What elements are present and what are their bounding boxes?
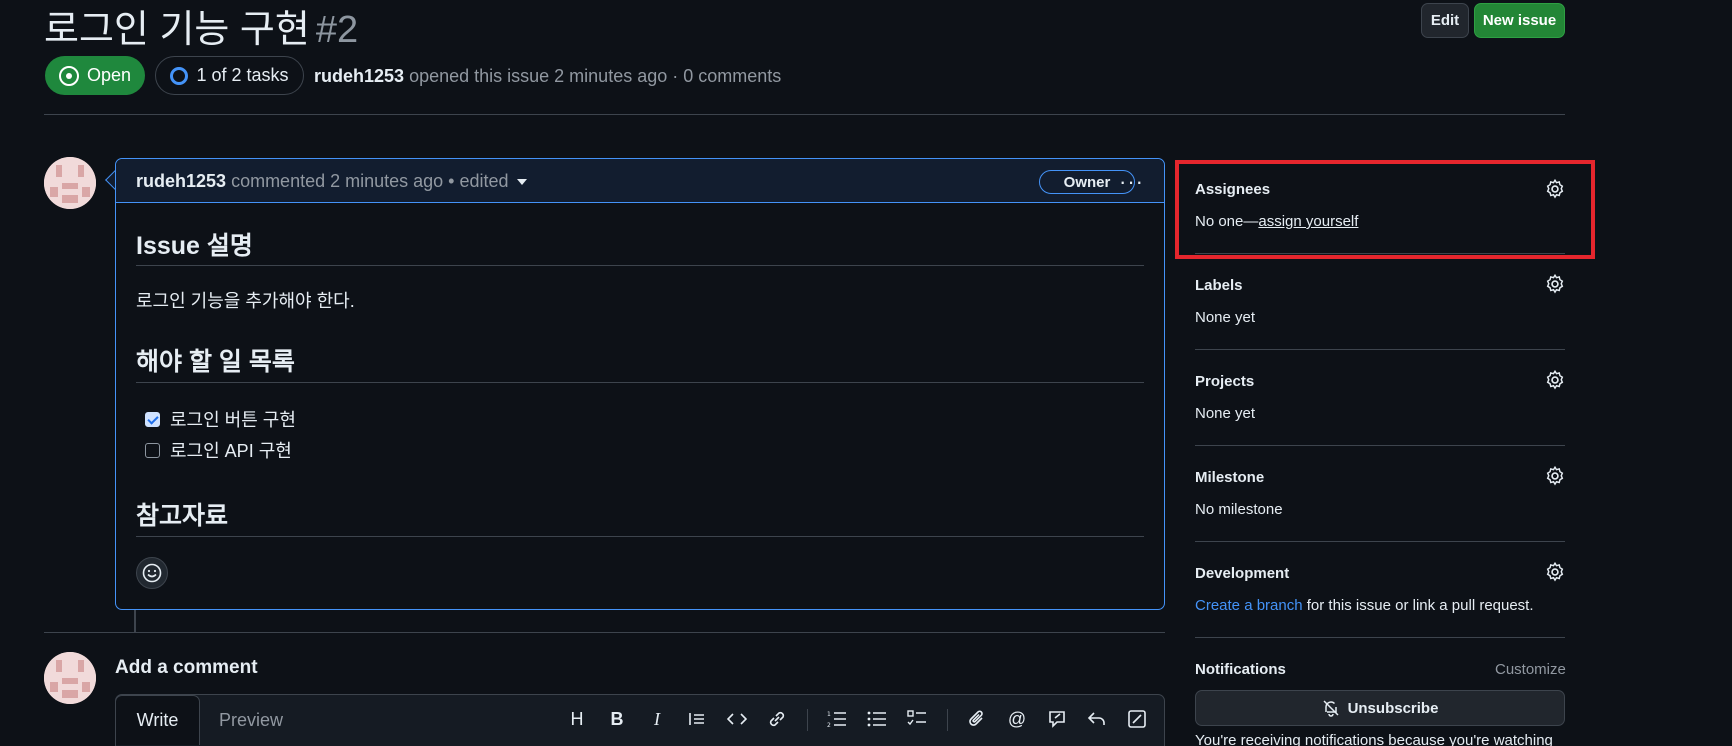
mention-icon[interactable]: @ <box>1005 707 1029 731</box>
svg-text:2: 2 <box>827 722 831 728</box>
reply-icon[interactable] <box>1085 707 1109 731</box>
notification-reason: You're receiving notifications because y… <box>1195 732 1553 746</box>
development-text: Create a branch for this issue or link a… <box>1195 597 1534 614</box>
sidebar-divider <box>1195 541 1565 542</box>
gear-icon[interactable] <box>1544 178 1566 200</box>
bell-slash-icon <box>1323 700 1339 717</box>
reference-icon[interactable] <box>1045 707 1069 731</box>
unordered-list-icon[interactable] <box>865 707 889 731</box>
new-issue-button[interactable]: New issue <box>1474 3 1565 38</box>
task-progress-label: 1 of 2 tasks <box>196 65 289 85</box>
timeline-line <box>134 610 136 632</box>
bold-icon[interactable]: B <box>605 707 629 731</box>
identicon-icon <box>44 157 96 209</box>
issue-meta-text: opened this issue 2 minutes ago · 0 comm… <box>409 66 782 86</box>
issue-author-link[interactable]: rudeh1253 <box>314 66 404 86</box>
add-comment-title: Add a comment <box>115 657 258 678</box>
issue-number: #2 <box>315 9 359 51</box>
tab-preview[interactable]: Preview <box>206 695 296 745</box>
comment-author-link[interactable]: rudeh1253 <box>136 171 226 191</box>
code-icon[interactable] <box>725 707 749 731</box>
comment-heading-2: 해야 할 일 목록 <box>136 348 295 376</box>
smiley-icon <box>142 563 162 583</box>
comment-header: rudeh1253 commented 2 minutes ago • edit… <box>116 159 1164 203</box>
gear-icon[interactable] <box>1544 369 1566 391</box>
quote-icon[interactable] <box>685 707 709 731</box>
issue-title-text: 로그인 기능 구현 <box>44 9 310 51</box>
italic-icon[interactable]: I <box>645 707 669 731</box>
issue-open-icon <box>58 65 79 86</box>
assign-yourself-link[interactable]: assign yourself <box>1258 213 1358 230</box>
assignees-title[interactable]: Assignees <box>1195 181 1270 198</box>
sidebar-divider <box>1195 637 1565 638</box>
chevron-down-icon[interactable] <box>516 179 527 186</box>
gear-icon[interactable] <box>1544 465 1566 487</box>
toolbar-separator <box>947 709 948 731</box>
task-list-icon[interactable] <box>905 707 929 731</box>
comment-meta-text[interactable]: commented 2 minutes ago • edited <box>231 171 508 191</box>
toolbar-separator <box>807 709 808 731</box>
heading-icon[interactable]: H <box>565 707 589 731</box>
heading-rule <box>136 382 1144 383</box>
labels-text: None yet <box>1195 309 1256 326</box>
task-label: 로그인 API 구현 <box>170 441 292 461</box>
sidebar-divider <box>1195 253 1565 254</box>
create-branch-link[interactable]: Create a branch <box>1195 597 1303 614</box>
labels-title[interactable]: Labels <box>1195 277 1243 294</box>
identicon-icon <box>44 652 96 704</box>
link-icon[interactable] <box>765 707 789 731</box>
issue-title: 로그인 기능 구현 #2 <box>44 0 358 53</box>
comment-editor: Write Preview H B I 12 @ <box>115 694 1165 746</box>
unsubscribe-label: Unsubscribe <box>1347 699 1439 717</box>
task-list-item: 로그인 API 구현 <box>145 437 292 463</box>
milestone-text: No milestone <box>1195 501 1283 518</box>
edit-button[interactable]: Edit <box>1421 3 1469 38</box>
comment-heading-3: 참고자료 <box>136 502 229 530</box>
issue-state-badge: Open <box>45 56 145 95</box>
notifications-title: Notifications <box>1195 661 1286 678</box>
header-divider <box>44 114 1565 115</box>
attach-icon[interactable] <box>965 707 989 731</box>
comment-heading-1: Issue 설명 <box>136 232 253 260</box>
customize-link[interactable]: Customize <box>1495 661 1566 678</box>
heading-rule <box>136 536 1144 537</box>
assignees-prefix: No one— <box>1195 213 1259 230</box>
task-label: 로그인 버튼 구현 <box>170 410 296 430</box>
assignees-text: No one—assign yourself <box>1195 213 1358 230</box>
avatar[interactable] <box>44 652 96 704</box>
issue-meta: rudeh1253 opened this issue 2 minutes ag… <box>314 66 781 87</box>
task-list-item: 로그인 버튼 구현 <box>145 406 296 432</box>
timeline-divider <box>44 632 1165 633</box>
avatar[interactable] <box>44 157 96 209</box>
task-checkbox[interactable] <box>145 442 160 458</box>
projects-text: None yet <box>1195 405 1256 422</box>
more-options-icon[interactable]: ··· <box>1119 169 1144 195</box>
milestone-title[interactable]: Milestone <box>1195 469 1264 486</box>
projects-title[interactable]: Projects <box>1195 373 1254 390</box>
task-checkbox[interactable] <box>145 411 160 427</box>
gear-icon[interactable] <box>1544 561 1566 583</box>
fullscreen-icon[interactable] <box>1125 707 1149 731</box>
sidebar-divider <box>1195 349 1565 350</box>
progress-ring-icon <box>170 66 189 85</box>
comment-paragraph: 로그인 기능을 추가해야 한다. <box>136 291 355 311</box>
tab-write[interactable]: Write <box>115 695 200 745</box>
development-suffix: for this issue or link a pull request. <box>1302 597 1534 614</box>
unsubscribe-button[interactable]: Unsubscribe <box>1195 690 1565 726</box>
svg-text:1: 1 <box>827 711 831 718</box>
comment-meta: rudeh1253 commented 2 minutes ago • edit… <box>136 171 527 192</box>
task-progress-badge[interactable]: 1 of 2 tasks <box>155 56 304 95</box>
issue-state-label: Open <box>86 65 132 85</box>
assignees-highlight <box>1175 160 1595 259</box>
add-reaction-button[interactable] <box>136 557 168 589</box>
development-title[interactable]: Development <box>1195 565 1289 582</box>
issue-comment: rudeh1253 commented 2 minutes ago • edit… <box>115 158 1165 610</box>
heading-rule <box>136 265 1144 266</box>
ordered-list-icon[interactable]: 12 <box>825 707 849 731</box>
gear-icon[interactable] <box>1544 273 1566 295</box>
sidebar-divider <box>1195 445 1565 446</box>
